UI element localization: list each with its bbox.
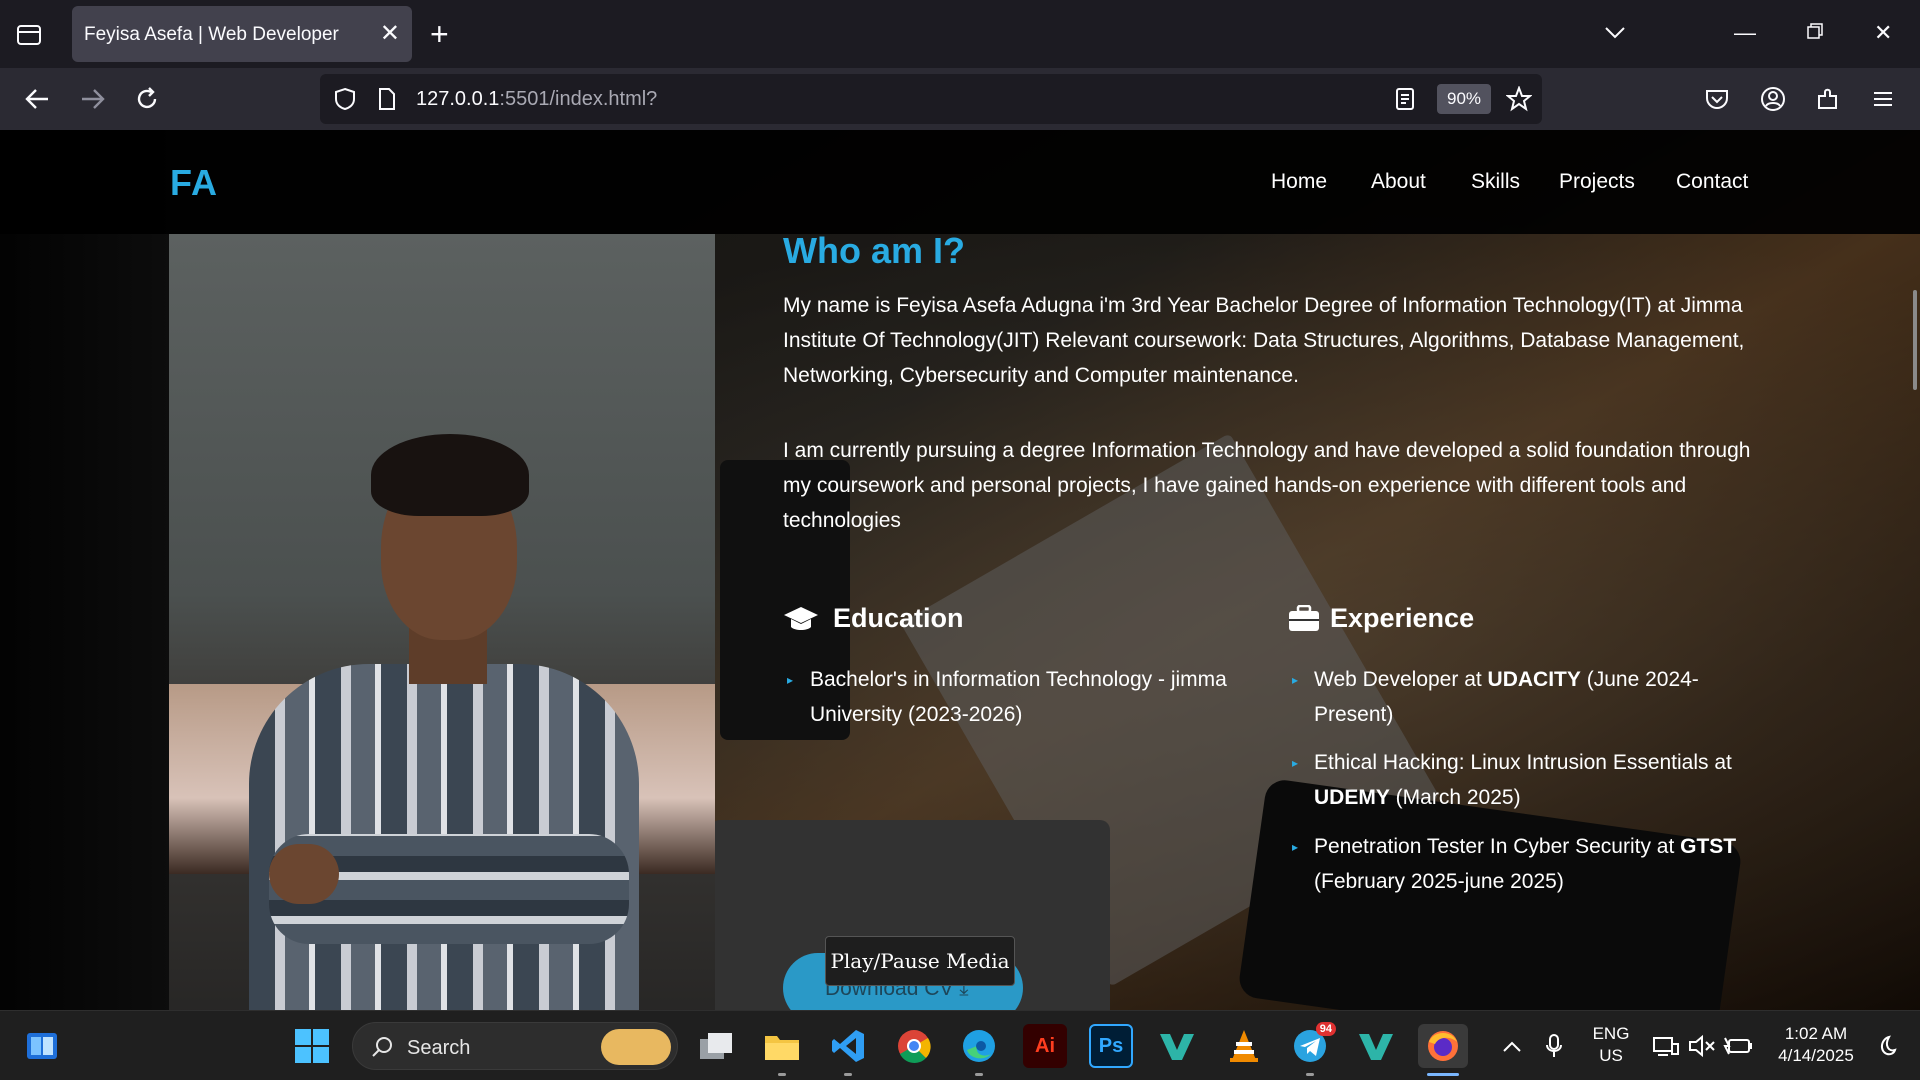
reload-icon[interactable] <box>130 82 164 116</box>
vlc-icon[interactable] <box>1222 1024 1266 1068</box>
account-icon[interactable] <box>1756 82 1790 116</box>
list-all-tabs-chevron-icon[interactable] <box>1604 18 1626 48</box>
bullet-icon: ▸ <box>1292 756 1299 770</box>
profile-photo <box>169 234 715 1010</box>
experience-title: Experience <box>1330 603 1475 633</box>
file-explorer-icon[interactable] <box>760 1024 804 1068</box>
vscode-icon[interactable] <box>826 1024 870 1068</box>
experience-item: Web Developer at UDACITY (June 2024-Pres… <box>1314 668 1699 726</box>
new-tab-icon[interactable]: + <box>430 16 449 52</box>
scrollbar-thumb[interactable] <box>1913 290 1917 390</box>
zoom-level-button[interactable]: 90% <box>1437 84 1491 114</box>
menu-icon[interactable] <box>1866 82 1900 116</box>
about-paragraph-2: I am currently pursuing a degree Informa… <box>783 439 1751 532</box>
back-icon[interactable] <box>20 82 54 116</box>
notifications-moon-icon[interactable] <box>1864 1024 1908 1068</box>
about-paragraph-1: My name is Feyisa Asefa Adugna i'm 3rd Y… <box>783 294 1745 387</box>
chevron-up-icon[interactable] <box>1490 1024 1534 1068</box>
nav-link-about[interactable]: About <box>1371 170 1426 194</box>
taskbar-search-box[interactable]: Search <box>352 1022 678 1070</box>
experience-item: Penetration Tester In Cyber Security at … <box>1314 835 1737 893</box>
close-window-icon[interactable]: ✕ <box>1874 18 1892 48</box>
app-v-icon-2[interactable] <box>1354 1024 1398 1068</box>
telegram-badge: 94 <box>1315 1022 1336 1036</box>
page-scrollbar[interactable] <box>1910 130 1920 1010</box>
bullet-icon: ▸ <box>787 673 794 687</box>
nav-link-skills[interactable]: Skills <box>1471 170 1520 194</box>
browser-tab-bar: Feyisa Asefa | Web Developer ✕ + — ✕ <box>0 0 1920 68</box>
graduation-cap-icon <box>784 607 818 630</box>
nav-link-projects[interactable]: Projects <box>1559 170 1635 194</box>
battery-icon[interactable] <box>1716 1024 1760 1068</box>
telegram-icon[interactable]: 94 <box>1288 1022 1336 1068</box>
briefcase-icon <box>1289 605 1319 631</box>
microphone-icon[interactable] <box>1532 1024 1576 1068</box>
active-tab[interactable]: Feyisa Asefa | Web Developer ✕ <box>72 6 412 62</box>
search-icon <box>371 1035 395 1064</box>
widgets-icon[interactable] <box>20 1024 64 1068</box>
tab-list-icon[interactable] <box>14 20 48 50</box>
app-v-icon[interactable] <box>1155 1024 1199 1068</box>
browser-navigation-bar: 127.0.0.1:5501/index.html? 90% <box>0 68 1920 130</box>
clock[interactable]: 1:02 AM 4/14/2025 <box>1768 1023 1864 1067</box>
extensions-icon[interactable] <box>1811 82 1845 116</box>
site-header: FA Home About Skills Projects Contact <box>0 130 1920 234</box>
page-icon[interactable] <box>370 82 404 116</box>
taskbar: Search Ai Ps 94 ENG US 1:02 AM 4/14/2025 <box>0 1010 1920 1080</box>
shield-icon[interactable] <box>328 82 362 116</box>
education-item: Bachelor's in Information Technology - j… <box>810 668 1227 726</box>
media-tooltip: Play/Pause Media <box>825 936 1015 986</box>
experience-item: Ethical Hacking: Linux Intrusion Essenti… <box>1314 751 1732 809</box>
search-highlight-icon <box>601 1029 671 1065</box>
nav-link-contact[interactable]: Contact <box>1676 170 1748 194</box>
bullet-icon: ▸ <box>1292 673 1299 687</box>
minimize-icon[interactable]: — <box>1734 18 1756 48</box>
pocket-icon[interactable] <box>1700 82 1734 116</box>
bookmark-star-icon[interactable] <box>1502 82 1536 116</box>
restore-icon[interactable] <box>1806 18 1824 48</box>
about-title: Who am I? <box>783 230 965 271</box>
photoshop-icon[interactable]: Ps <box>1089 1024 1133 1068</box>
forward-icon[interactable] <box>76 82 110 116</box>
education-title: Education <box>833 603 964 633</box>
task-view-icon[interactable] <box>694 1024 738 1068</box>
close-tab-icon[interactable]: ✕ <box>380 20 400 48</box>
url-bar[interactable]: 127.0.0.1:5501/index.html? 90% <box>320 74 1542 124</box>
bullet-icon: ▸ <box>1292 840 1299 854</box>
firefox-icon[interactable] <box>1418 1024 1468 1068</box>
site-logo[interactable]: FA <box>170 162 218 204</box>
edge-icon[interactable] <box>957 1024 1001 1068</box>
search-label: Search <box>407 1037 471 1059</box>
chrome-icon[interactable] <box>892 1024 936 1068</box>
language-indicator[interactable]: ENG US <box>1584 1023 1638 1067</box>
start-windows-icon[interactable] <box>290 1024 334 1068</box>
web-page: FA Home About Skills Projects Contact Wh… <box>0 130 1920 1010</box>
url-text[interactable]: 127.0.0.1:5501/index.html? <box>416 88 657 111</box>
illustrator-icon[interactable]: Ai <box>1023 1024 1067 1068</box>
tab-title: Feyisa Asefa | Web Developer <box>84 24 339 45</box>
nav-link-home[interactable]: Home <box>1271 170 1327 194</box>
reader-view-icon[interactable] <box>1388 82 1422 116</box>
